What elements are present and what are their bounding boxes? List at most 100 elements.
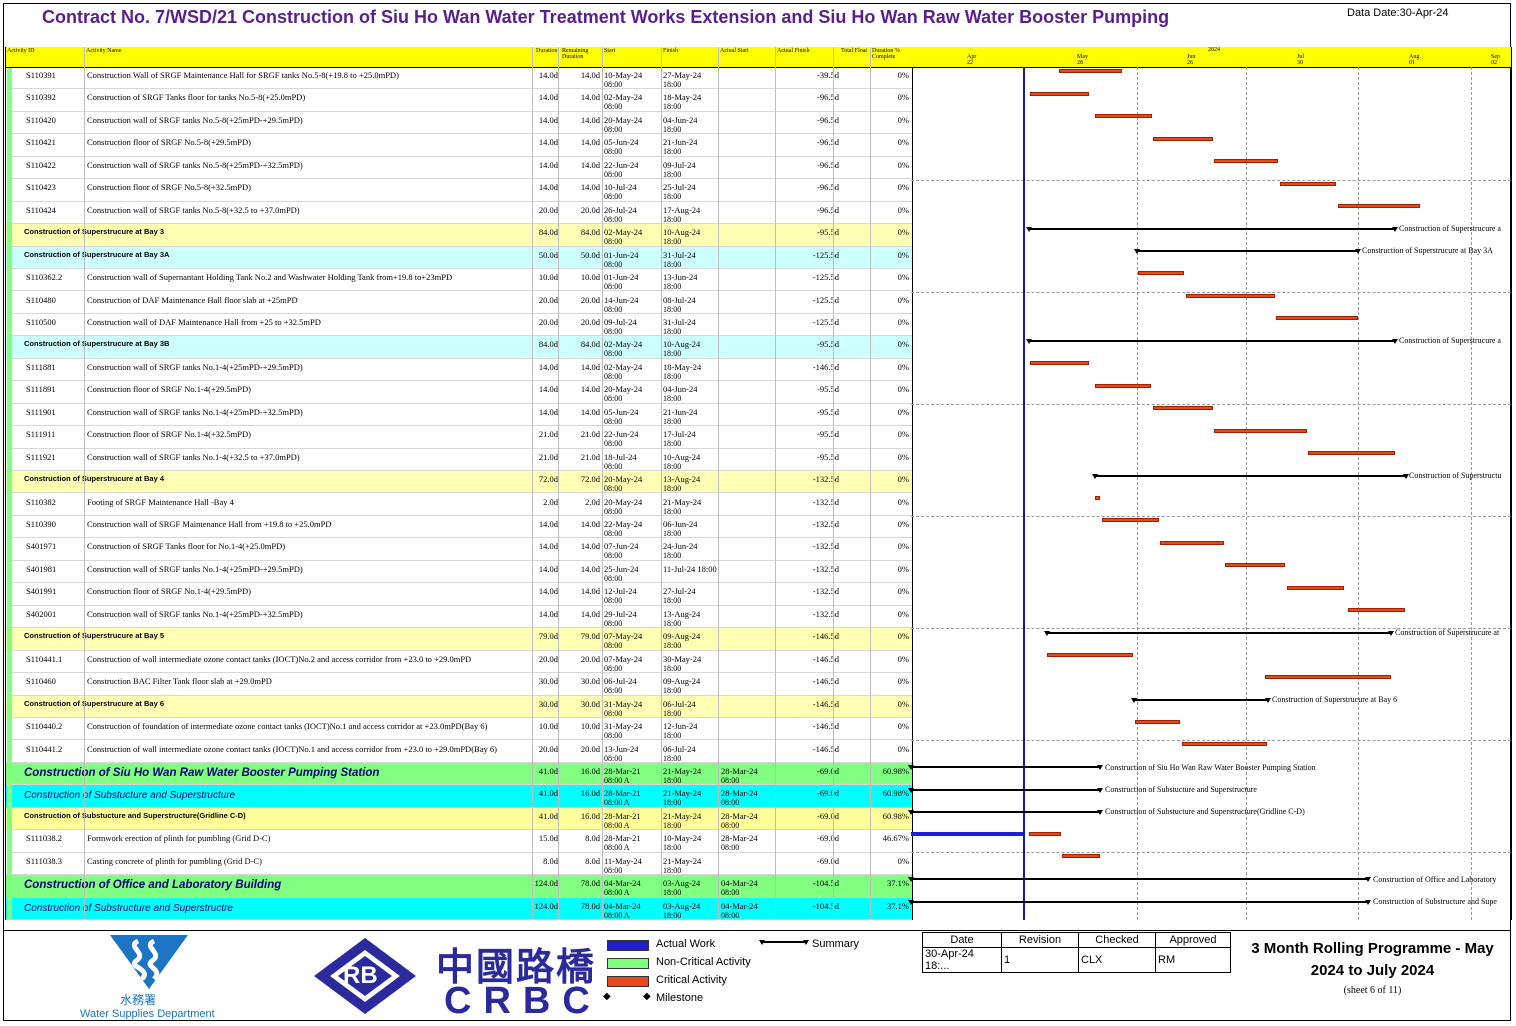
table-row[interactable]: S111901 Construction wall of SRGF tanks N…: [6, 404, 912, 427]
summary-bar[interactable]: [1026, 339, 1398, 344]
col-duration[interactable]: Duration: [536, 48, 557, 54]
col-total-float[interactable]: Total Float: [841, 48, 867, 54]
table-row[interactable]: S110500 Construction wall of DAF Maintena…: [6, 314, 912, 337]
col-start[interactable]: Start: [604, 48, 615, 54]
table-row[interactable]: S402001 Construction wall of SRGF tanks N…: [6, 606, 912, 629]
table-row[interactable]: S111038.3 Casting concrete of plinth for …: [6, 853, 912, 876]
duration: 15.0d: [538, 833, 558, 844]
table-row[interactable]: S110362.2 Construction wall of Supernanta…: [6, 269, 912, 292]
col-actual-finish[interactable]: Actual Finish: [777, 48, 810, 54]
duration: 21.0d: [538, 451, 558, 462]
critical-bar[interactable]: [1047, 653, 1133, 657]
critical-bar[interactable]: [1029, 832, 1061, 836]
table-row[interactable]: S110440.2 Construction of foundation of i…: [6, 718, 912, 741]
summary-bar[interactable]: [1134, 249, 1361, 254]
table-row[interactable]: S111911 Construction floor of SRGF No.1-4…: [6, 426, 912, 449]
table-row[interactable]: S111921 Construction wall of SRGF tanks N…: [6, 449, 912, 472]
table-row[interactable]: Construction of Superstrucure at Bay 3B 8…: [6, 336, 912, 359]
table-row[interactable]: S110423 Construction floor of SRGF No.5-8…: [6, 179, 912, 202]
table-row[interactable]: Construction of Substucture and Superstr…: [6, 785, 912, 808]
critical-bar[interactable]: [1182, 742, 1267, 746]
table-row[interactable]: Construction of Substructure and Superst…: [6, 897, 912, 921]
critical-bar[interactable]: [1095, 496, 1100, 500]
percent-complete: 0%: [897, 92, 909, 103]
duration: 30.0d: [538, 698, 558, 709]
critical-bar[interactable]: [1186, 294, 1275, 298]
critical-bar[interactable]: [1095, 114, 1152, 118]
total-float: -132.5d: [812, 519, 839, 529]
col-remaining[interactable]: Remaining Duration: [562, 48, 602, 60]
total-float: -95.5d: [817, 227, 839, 238]
table-row[interactable]: S111038.2 Formwork erection of plinth for…: [6, 830, 912, 853]
table-row[interactable]: S110382 Footing of SRGF Maintenance Hall …: [6, 494, 912, 516]
summary-bar[interactable]: [908, 900, 1371, 905]
week-label: 22: [967, 60, 973, 66]
table-row[interactable]: Construction of Substucture and Superstr…: [6, 807, 912, 831]
table-row[interactable]: S110420 Construction wall of SRGF tanks N…: [6, 112, 912, 135]
critical-bar[interactable]: [1102, 518, 1159, 522]
table-row[interactable]: S110391 Construction Wall of SRGF Mainten…: [6, 67, 912, 90]
table-row[interactable]: Construction of Superstrucure at Bay 3A 5…: [6, 246, 912, 269]
critical-bar[interactable]: [1153, 137, 1213, 141]
summary-bar[interactable]: [908, 765, 1103, 770]
table-row[interactable]: Construction of Superstrucure at Bay 5 79…: [6, 628, 912, 651]
critical-bar[interactable]: [1138, 271, 1184, 275]
critical-bar[interactable]: [1214, 429, 1307, 433]
summary-bar[interactable]: [908, 877, 1371, 882]
critical-bar[interactable]: [1030, 361, 1089, 365]
table-row[interactable]: Construction of Superstrucure at Bay 4 72…: [6, 471, 912, 494]
activity-name: Construction of Superstrucure at Bay 5: [24, 631, 165, 641]
table-row[interactable]: S401971 Construction of SRGF Tanks floor …: [6, 538, 912, 561]
critical-bar[interactable]: [1153, 406, 1213, 410]
critical-bar[interactable]: [1280, 182, 1336, 186]
table-row[interactable]: S110424 Construction wall of SRGF tanks N…: [6, 202, 912, 225]
table-row[interactable]: S110392 Construction of SRGF Tanks floor …: [6, 89, 912, 112]
summary-bar[interactable]: [908, 788, 1103, 793]
table-row[interactable]: Construction of Superstrucure at Bay 6 30…: [6, 695, 912, 718]
table-row[interactable]: S110421 Construction floor of SRGF No.5-8…: [6, 134, 912, 157]
summary-bar[interactable]: [1026, 227, 1398, 232]
table-row[interactable]: S110480 Construction of DAF Maintenance H…: [6, 292, 912, 314]
col-actual-start[interactable]: Actual Start: [720, 48, 749, 54]
critical-bar[interactable]: [1030, 92, 1089, 96]
table-row[interactable]: Construction of Office and Laboratory Bu…: [6, 875, 912, 898]
critical-bar[interactable]: [1348, 608, 1405, 612]
critical-bar[interactable]: [1276, 316, 1358, 320]
critical-bar[interactable]: [1265, 675, 1391, 679]
table-row[interactable]: S110390 Construction wall of SRGF Mainten…: [6, 516, 912, 539]
table-row[interactable]: S110441.1 Construction of wall intermedia…: [6, 651, 912, 674]
finish-date: 12-Jun-24: [663, 721, 698, 732]
table-row[interactable]: S111881 Construction wall of SRGF tanks N…: [6, 359, 912, 382]
critical-bar[interactable]: [1095, 384, 1151, 388]
critical-bar[interactable]: [1308, 451, 1395, 455]
activity-name: Construction floor of SRGF No.5-8(+29.5m…: [87, 137, 251, 148]
actual-work-bar[interactable]: [911, 832, 1023, 836]
critical-bar[interactable]: [1338, 204, 1420, 208]
critical-bar[interactable]: [1225, 563, 1285, 567]
summary-bar[interactable]: [1044, 631, 1394, 636]
summary-bar[interactable]: [1131, 698, 1271, 703]
table-row[interactable]: S110422 Construction wall of SRGF tanks N…: [6, 157, 912, 180]
table-row[interactable]: S401981 Construction wall of SRGF tanks N…: [6, 561, 912, 584]
critical-bar[interactable]: [1059, 69, 1122, 73]
finish-time: 18:00: [663, 888, 682, 898]
col-activity-name[interactable]: Activity Name: [86, 48, 122, 54]
table-row[interactable]: Construction of Superstrucure at Bay 3 84…: [6, 224, 912, 247]
table-row[interactable]: S401991 Construction floor of SRGF No.1-4…: [6, 583, 912, 606]
table-row[interactable]: S110460 Construction BAC Filter Tank floo…: [6, 673, 912, 696]
start-time: 08:00: [604, 753, 623, 763]
critical-bar[interactable]: [1287, 586, 1344, 590]
table-row[interactable]: Construction of Siu Ho Wan Raw Water Boo…: [6, 762, 912, 786]
col-complete[interactable]: Duration % Complete: [872, 48, 912, 60]
start-date: 02-May-24: [604, 361, 643, 372]
col-finish[interactable]: Finish: [663, 48, 678, 54]
col-activity-id[interactable]: Activity ID: [7, 48, 35, 54]
summary-bar[interactable]: [1092, 474, 1409, 479]
critical-bar[interactable]: [1160, 541, 1224, 545]
table-row[interactable]: S110441.2 Construction of wall intermedia…: [6, 741, 912, 763]
summary-bar[interactable]: [908, 810, 1103, 815]
critical-bar[interactable]: [1062, 854, 1100, 858]
table-row[interactable]: S111891 Construction floor of SRGF No.1-4…: [6, 381, 912, 404]
critical-bar[interactable]: [1135, 720, 1180, 724]
critical-bar[interactable]: [1214, 159, 1278, 163]
